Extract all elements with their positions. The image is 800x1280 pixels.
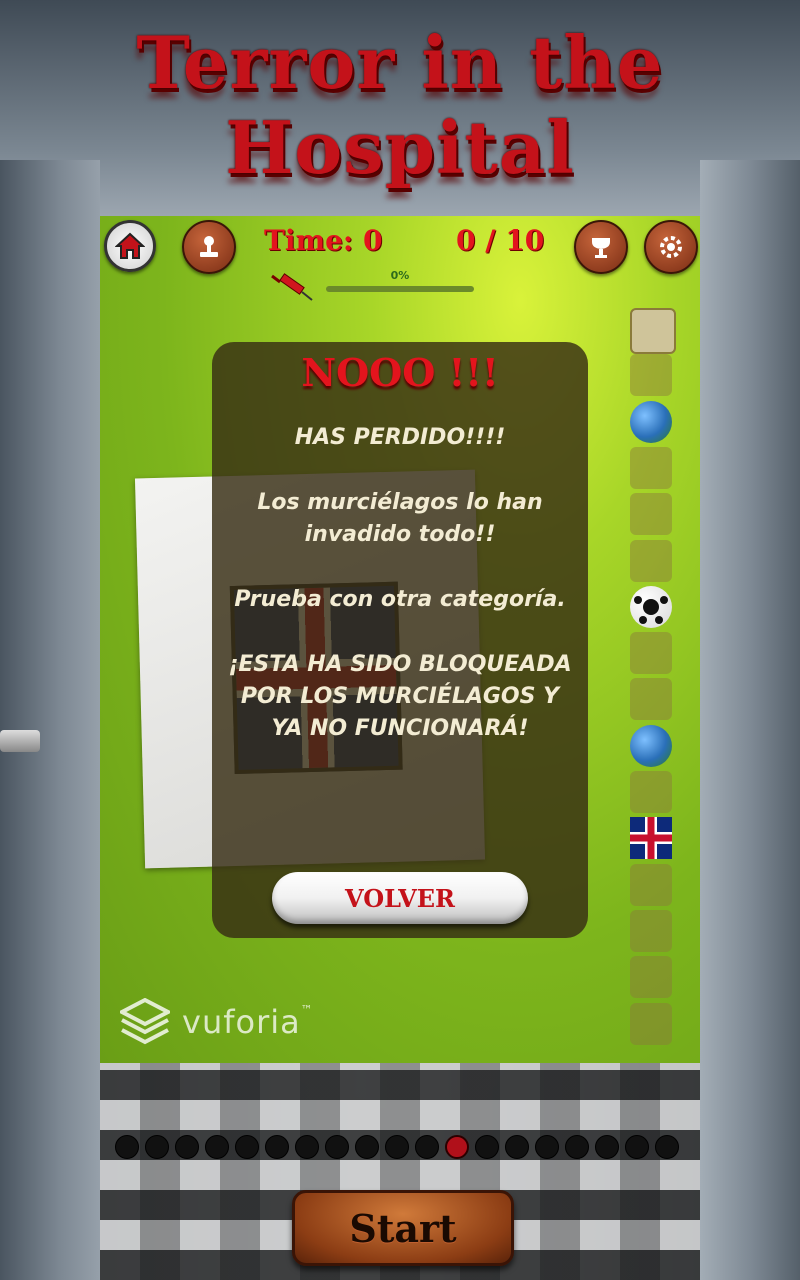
gear-icon xyxy=(660,236,682,258)
pager-dot[interactable] xyxy=(175,1135,199,1159)
history-helmet-icon[interactable] xyxy=(630,678,672,721)
stamp-button[interactable] xyxy=(182,220,236,274)
pager-dot[interactable] xyxy=(505,1135,529,1159)
vuforia-logo-text: vuforia™ xyxy=(182,1003,314,1041)
page-indicator xyxy=(115,1135,685,1159)
pager-dot[interactable] xyxy=(355,1135,379,1159)
pager-dot[interactable] xyxy=(595,1135,619,1159)
volver-button[interactable]: VOLVER xyxy=(272,872,528,924)
pager-dot[interactable] xyxy=(415,1135,439,1159)
game-panel: Time: 0 0 / 10 0% NOOO !!! HAS PERDIDO!!… xyxy=(100,216,700,1063)
home-button[interactable] xyxy=(104,220,156,272)
settings-button[interactable] xyxy=(644,220,698,274)
pager-dot[interactable] xyxy=(325,1135,349,1159)
trophy-icon xyxy=(592,238,610,258)
progress-label: 0% xyxy=(390,269,410,282)
globe-icon[interactable] xyxy=(630,400,672,443)
movie-camera-icon[interactable] xyxy=(630,909,672,952)
pager-dot[interactable] xyxy=(655,1135,679,1159)
geography-map-icon[interactable] xyxy=(630,354,672,397)
pager-dot[interactable] xyxy=(625,1135,649,1159)
pager-dot[interactable] xyxy=(265,1135,289,1159)
pager-dot[interactable] xyxy=(565,1135,589,1159)
pager-dot[interactable] xyxy=(475,1135,499,1159)
music-notes-icon[interactable] xyxy=(630,956,672,999)
score-counter: 0 / 10 xyxy=(456,224,545,257)
pager-dot[interactable] xyxy=(235,1135,259,1159)
start-button[interactable]: Start xyxy=(292,1190,514,1266)
dialog-title: NOOO !!! xyxy=(301,350,499,395)
game-over-dialog: NOOO !!! HAS PERDIDO!!!! Los murciélagos… xyxy=(212,342,588,938)
tools-icon[interactable] xyxy=(630,632,672,675)
mona-lisa-icon[interactable] xyxy=(630,308,676,354)
time-counter: Time: 0 xyxy=(264,224,383,257)
pager-dot-active[interactable] xyxy=(445,1135,469,1159)
vuforia-cube-icon xyxy=(120,998,170,1045)
book-icon[interactable] xyxy=(630,771,672,813)
food-question-icon[interactable] xyxy=(630,539,672,582)
trophy-button[interactable] xyxy=(574,220,628,274)
home-icon xyxy=(115,232,145,259)
dialog-message: HAS PERDIDO!!!! Los murciélagos lo han i… xyxy=(228,422,572,778)
soccer-ball-icon[interactable] xyxy=(630,585,672,628)
dialog-line: HAS PERDIDO!!!! xyxy=(294,425,506,450)
pager-dot[interactable] xyxy=(295,1135,319,1159)
pager-dot[interactable] xyxy=(535,1135,559,1159)
videogame-icon[interactable] xyxy=(630,1002,672,1045)
background-door-right xyxy=(700,160,800,1280)
background-pipe xyxy=(0,730,40,752)
science-icon[interactable] xyxy=(630,493,672,536)
pager-dot[interactable] xyxy=(115,1135,139,1159)
pager-dot[interactable] xyxy=(145,1135,169,1159)
background-door-left xyxy=(0,160,100,1280)
pager-dot[interactable] xyxy=(205,1135,229,1159)
app-title: Terror in the Hospital xyxy=(136,20,664,190)
dialog-line: Los murciélagos lo han invadido todo!! xyxy=(257,490,543,547)
earth-icon[interactable] xyxy=(630,724,672,767)
dialog-line: Prueba con otra categoría. xyxy=(234,587,566,612)
dialog-line: ¡ESTA HA SIDO BLOQUEADA POR LOS MURCIÉLA… xyxy=(228,652,572,741)
rocks-icon[interactable] xyxy=(630,446,672,489)
pager-dot[interactable] xyxy=(385,1135,409,1159)
vuforia-logo: vuforia™ xyxy=(120,998,314,1046)
stamp-icon xyxy=(200,236,218,257)
progress-bar xyxy=(326,286,474,292)
superhero-icon[interactable] xyxy=(630,863,672,906)
uk-flag-icon[interactable] xyxy=(630,817,672,860)
syringe-icon xyxy=(271,273,313,301)
